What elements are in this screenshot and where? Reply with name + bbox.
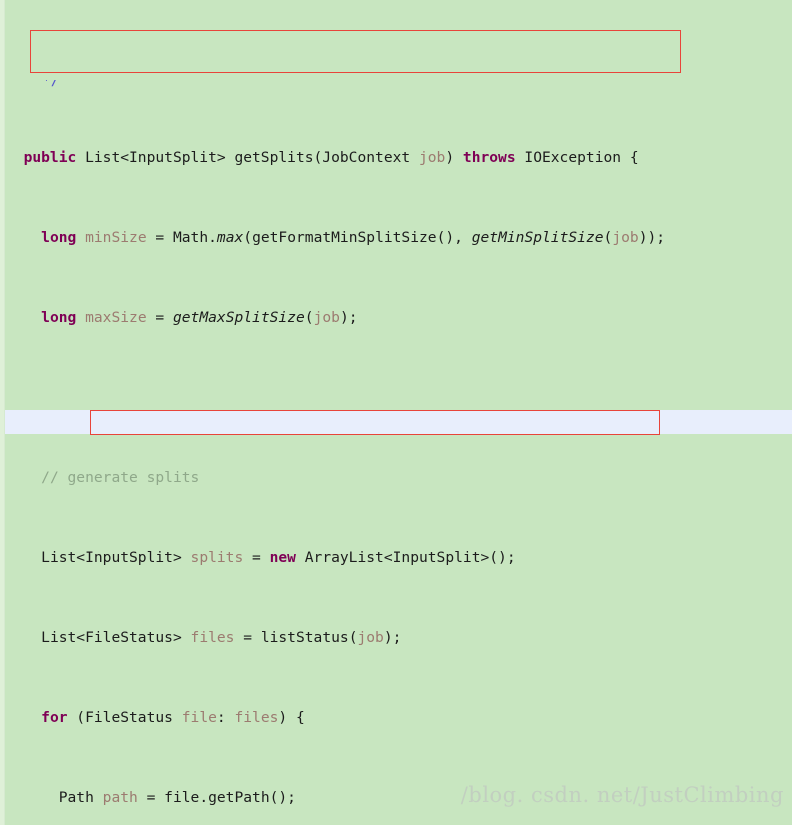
token-plain: = Math. [146, 229, 217, 246]
token-plain: (getFormatMinSplitSize(), [243, 229, 472, 246]
token-keyword: long [41, 229, 77, 246]
comment-end-token: */ [42, 80, 60, 88]
token-plain: = [243, 549, 270, 566]
token-static-method: max [216, 229, 244, 246]
token-local: files [234, 709, 279, 726]
token-comment: // generate splits [41, 469, 200, 486]
code-line[interactable]: for (FileStatus file: files) { [0, 708, 792, 728]
token-plain: ( [603, 229, 613, 246]
code-line[interactable]: long minSize = Math.max(getFormatMinSpli… [0, 228, 792, 248]
token-keyword: long [41, 309, 77, 326]
token-static-method: getMinSplitSize [471, 229, 604, 246]
token-keyword: public [23, 149, 77, 166]
token-plain: List<InputSplit> getSplits(JobContext [76, 149, 419, 166]
token-plain: Path [58, 789, 103, 806]
code-line[interactable]: public List<InputSplit> getSplits(JobCon… [0, 148, 792, 168]
token-param: job [612, 229, 639, 246]
token-plain: List<InputSplit> [41, 549, 191, 566]
code-line[interactable]: List<FileStatus> files = listStatus(job)… [0, 628, 792, 648]
token-plain: = listStatus( [234, 629, 358, 646]
token-local: files [190, 629, 235, 646]
token-plain: ArrayList<InputSplit>(); [295, 549, 516, 566]
token-local: path [102, 789, 138, 806]
token-param: job [418, 149, 446, 166]
token-plain: = file.getPath(); [137, 789, 296, 806]
token-plain: (FileStatus [67, 709, 182, 726]
code-line[interactable]: // generate splits [0, 468, 792, 488]
token-plain: List<FileStatus> [41, 629, 191, 646]
token-local: minSize [85, 229, 147, 246]
token-plain: ); [383, 629, 402, 646]
token-local: maxSize [85, 309, 147, 326]
token-plain: ); [339, 309, 358, 326]
token-keyword: throws [462, 149, 516, 166]
token-local: splits [190, 549, 244, 566]
code-content[interactable]: */ public List<InputSplit> getSplits(Job… [0, 0, 792, 825]
token-plain: )); [638, 229, 666, 246]
token-plain: : [216, 709, 235, 726]
code-line-partial-top: */ [0, 80, 792, 88]
token-plain: IOException { [515, 149, 639, 166]
token-plain: = [146, 309, 173, 326]
code-line[interactable]: long maxSize = getMaxSplitSize(job); [0, 308, 792, 328]
token-static-method: getMaxSplitSize [172, 309, 305, 326]
token-keyword: for [41, 709, 68, 726]
token-plain: ) { [278, 709, 305, 726]
token-keyword: new [269, 549, 296, 566]
watermark-text: /blog. csdn. net/JustClimbing [460, 783, 784, 807]
token-plain: ( [304, 309, 314, 326]
token-param: job [313, 309, 340, 326]
token-param: job [357, 629, 384, 646]
token-local: file [181, 709, 217, 726]
token-plain: ) [445, 149, 463, 166]
code-editor[interactable]: */ public List<InputSplit> getSplits(Job… [0, 0, 792, 825]
code-line[interactable]: List<InputSplit> splits = new ArrayList<… [0, 548, 792, 568]
